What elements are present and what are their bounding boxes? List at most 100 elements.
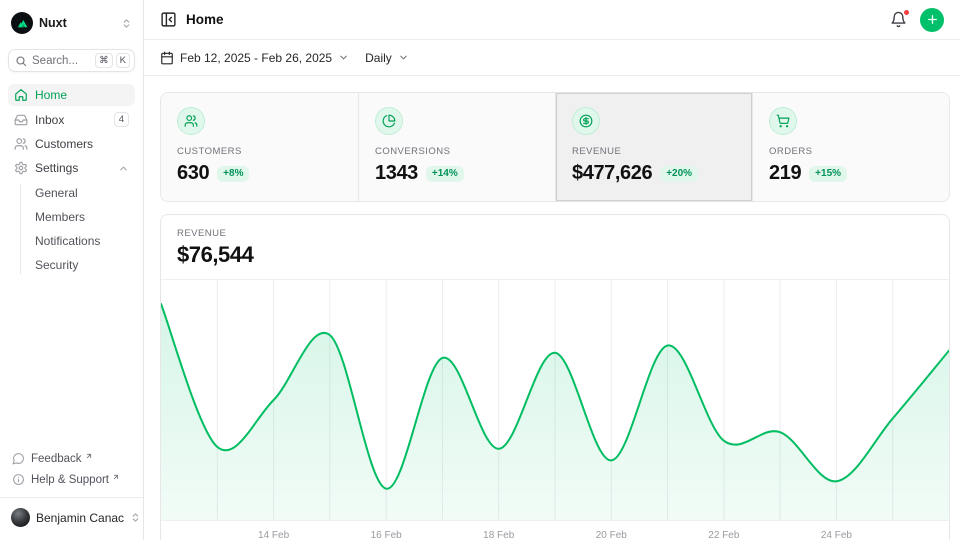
nuxt-logo-icon <box>11 12 33 34</box>
feedback-link[interactable]: Feedback <box>8 448 135 469</box>
notification-dot <box>903 9 910 16</box>
user-name: Benjamin Canac <box>36 511 124 525</box>
search-input[interactable]: Search... ⌘ K <box>8 49 135 72</box>
sidebar-item-customers[interactable]: Customers <box>8 133 135 155</box>
chevrons-up-down-icon <box>121 18 132 29</box>
inbox-count-badge: 4 <box>114 112 129 127</box>
stat-value: 1343 <box>375 162 418 185</box>
stat-label: CUSTOMERS <box>177 146 342 157</box>
stat-delta-badge: +8% <box>217 166 249 182</box>
chevron-down-icon <box>338 52 349 63</box>
chat-bubble-icon <box>12 452 25 465</box>
sidebar-item-settings[interactable]: Settings <box>8 157 135 179</box>
feedback-label: Feedback <box>31 453 82 465</box>
sidebar-divider <box>0 497 143 498</box>
info-circle-icon <box>12 473 25 486</box>
panel-left-close-icon <box>160 11 177 28</box>
filter-bar: Feb 12, 2025 - Feb 26, 2025 Daily <box>144 40 960 76</box>
stat-value: 219 <box>769 162 801 185</box>
workspace-name: Nuxt <box>39 16 115 30</box>
topbar: Home <box>144 0 960 40</box>
workspace-switcher[interactable]: Nuxt <box>8 10 135 36</box>
period-label: Daily <box>365 51 392 65</box>
sidebar-item-label: Customers <box>35 137 129 151</box>
sidebar-collapse-button[interactable] <box>160 11 177 28</box>
users-icon <box>177 107 205 135</box>
chevron-up-icon <box>118 163 129 174</box>
sidebar-item-label: Home <box>35 88 129 102</box>
topbar-actions <box>890 8 944 32</box>
revenue-chart-card: REVENUE $76,544 14 Feb 16 Feb 18 Feb 20 Feb… <box>160 214 950 540</box>
sidebar-item-security[interactable]: Security <box>8 253 135 277</box>
user-menu[interactable]: Benjamin Canac <box>8 505 135 530</box>
main-area: Home Feb 12, 2 <box>144 0 960 540</box>
x-axis-tick-label: 16 Feb <box>371 530 402 540</box>
kbd-cmd: ⌘ <box>95 53 113 68</box>
sidebar-item-members[interactable]: Members <box>8 205 135 229</box>
chart-metric-value: $76,544 <box>177 242 933 268</box>
stat-delta-badge: +20% <box>660 166 698 182</box>
sidebar-spacer <box>8 277 135 448</box>
stat-delta-badge: +15% <box>809 166 847 182</box>
inbox-icon <box>14 113 28 127</box>
chevron-down-icon <box>398 52 409 63</box>
sidebar-item-home[interactable]: Home <box>8 84 135 106</box>
stat-card-revenue[interactable]: REVENUE $477,626 +20% <box>555 93 752 201</box>
kbd-k: K <box>116 53 130 68</box>
sidebar-item-inbox[interactable]: Inbox 4 <box>8 108 135 131</box>
sidebar-item-label: Settings <box>35 161 111 175</box>
stat-card-orders[interactable]: ORDERS 219 +15% <box>752 93 949 201</box>
add-button[interactable] <box>920 8 944 32</box>
sidebar-item-notifications[interactable]: Notifications <box>8 229 135 253</box>
chart-pie-icon <box>375 107 403 135</box>
external-link-icon <box>112 473 120 481</box>
sidebar-nav: Home Inbox 4 Customers Settings <box>8 84 135 277</box>
chart-plot-area[interactable] <box>161 279 949 520</box>
stat-card-conversions[interactable]: CONVERSIONS 1343 +14% <box>358 93 555 201</box>
gear-icon <box>14 161 28 175</box>
page-title: Home <box>186 12 224 27</box>
help-support-label: Help & Support <box>31 474 109 486</box>
revenue-chart-svg <box>161 280 949 520</box>
users-icon <box>14 137 28 151</box>
stat-value: 630 <box>177 162 209 185</box>
x-axis-tick-label: 22 Feb <box>708 530 739 540</box>
sidebar: Nuxt Search... ⌘ K Home <box>0 0 144 540</box>
shopping-cart-icon <box>769 107 797 135</box>
settings-subnav: General Members Notifications Security <box>8 181 135 277</box>
stat-label: CONVERSIONS <box>375 146 539 157</box>
date-range-picker[interactable]: Feb 12, 2025 - Feb 26, 2025 <box>160 51 349 65</box>
avatar <box>11 508 30 527</box>
content: CUSTOMERS 630 +8% CONVERSIONS 1343 +14% <box>144 76 960 540</box>
period-select[interactable]: Daily <box>365 51 409 65</box>
subnav-tree-line <box>20 184 21 274</box>
search-placeholder: Search... <box>32 55 90 67</box>
chart-header: REVENUE $76,544 <box>161 215 949 279</box>
notifications-button[interactable] <box>890 11 907 28</box>
stat-value: $477,626 <box>572 162 652 185</box>
calendar-icon <box>160 51 174 65</box>
x-axis-tick-label: 20 Feb <box>596 530 627 540</box>
x-axis-tick-label: 18 Feb <box>483 530 514 540</box>
stat-label: REVENUE <box>572 146 736 157</box>
help-support-link[interactable]: Help & Support <box>8 469 135 490</box>
house-icon <box>14 88 28 102</box>
dashboard-app: Nuxt Search... ⌘ K Home <box>0 0 960 540</box>
plus-icon <box>926 13 939 26</box>
stat-label: ORDERS <box>769 146 933 157</box>
stats-row: CUSTOMERS 630 +8% CONVERSIONS 1343 +14% <box>160 92 950 202</box>
date-range-label: Feb 12, 2025 - Feb 26, 2025 <box>180 51 332 65</box>
sidebar-item-label: Inbox <box>35 113 107 127</box>
chart-x-axis: 14 Feb 16 Feb 18 Feb 20 Feb 22 Feb 24 Feb <box>161 520 949 540</box>
sidebar-item-general[interactable]: General <box>8 181 135 205</box>
chart-metric-label: REVENUE <box>177 228 933 239</box>
chevrons-up-down-icon <box>130 512 141 523</box>
search-icon <box>15 55 27 67</box>
stat-card-customers[interactable]: CUSTOMERS 630 +8% <box>161 93 358 201</box>
external-link-icon <box>85 452 93 460</box>
x-axis-tick-label: 24 Feb <box>821 530 852 540</box>
x-axis-tick-label: 14 Feb <box>258 530 289 540</box>
search-shortcut: ⌘ K <box>95 53 130 68</box>
circle-dollar-icon <box>572 107 600 135</box>
stat-delta-badge: +14% <box>426 166 464 182</box>
